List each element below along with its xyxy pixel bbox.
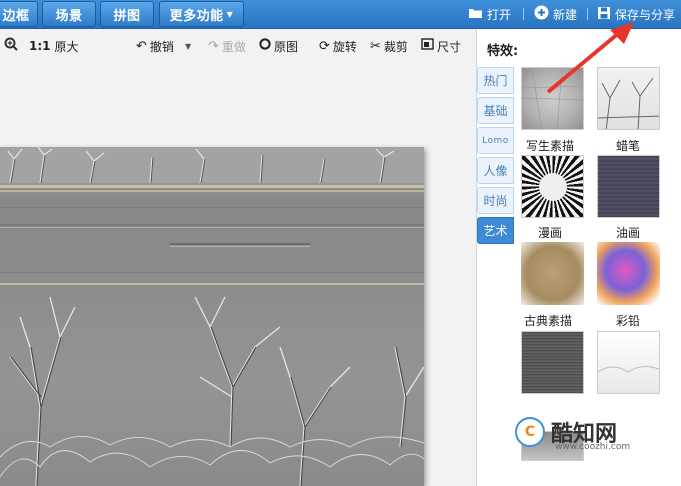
effect-thumb-7[interactable] [521, 331, 584, 394]
crop-button[interactable]: ✂ 裁剪 [370, 37, 408, 55]
tab-more-functions[interactable]: 更多功能 ▼ [159, 1, 244, 27]
category-fashion[interactable]: 时尚 [477, 187, 514, 214]
sketch-photo-art [0, 147, 424, 486]
effect-label-color-pencil: 彩铅 [616, 314, 641, 328]
tab-border[interactable]: 边框 [0, 1, 38, 27]
original-image-label: 原图 [274, 39, 299, 54]
undo-button[interactable]: ↶ 撤销 [136, 37, 174, 55]
divider [523, 8, 524, 20]
chevron-down-icon: ▼ [185, 41, 192, 51]
undo-dropdown[interactable]: ▼ [185, 37, 191, 55]
scissors-icon: ✂ [370, 38, 381, 54]
redo-button[interactable]: ↷ 重做 [208, 37, 246, 55]
tab-border-label: 边框 [2, 8, 30, 24]
watermark-url: www.coozhi.com [555, 442, 631, 452]
effect-thumb-comic[interactable] [521, 155, 584, 218]
canvas-area [0, 63, 476, 486]
effect-preview [598, 366, 659, 373]
rotate-label: 旋转 [332, 39, 357, 54]
tab-scene[interactable]: 场景 [42, 1, 96, 27]
redo-icon: ↷ [208, 38, 219, 54]
zoom-ratio: 1:1 [29, 39, 51, 53]
effect-thumb-classic-sketch[interactable] [521, 242, 584, 305]
size-label: 尺寸 [437, 39, 462, 54]
effect-label-comic: 漫画 [538, 226, 563, 240]
category-label: 时尚 [483, 194, 508, 208]
edit-toolbar: 1:1 原大 ↶ 撤销 ▼ ↷ 重做 原图 ⟳ 旋转 ✂ 裁剪 尺寸 [0, 29, 476, 63]
category-label: Lomo [482, 135, 509, 146]
category-basic[interactable]: 基础 [477, 97, 514, 124]
effect-label-sketch: 写生素描 [526, 139, 575, 153]
undo-icon: ↶ [136, 38, 147, 54]
edited-photo[interactable] [0, 147, 424, 486]
red-arrow-annotation [546, 22, 634, 94]
category-portrait[interactable]: 人像 [477, 157, 514, 184]
category-label: 热门 [483, 74, 508, 88]
open-label: 打开 [487, 7, 512, 22]
effect-thumb-color-pencil[interactable] [597, 242, 660, 305]
rotate-icon: ⟳ [319, 38, 330, 54]
tab-more-functions-label: 更多功能 [169, 8, 224, 24]
crop-label: 裁剪 [383, 39, 408, 54]
folder-icon [468, 7, 483, 22]
chevron-down-icon: ▼ [226, 9, 234, 19]
effect-label-oil: 油画 [616, 226, 641, 240]
logo-text: C [524, 424, 536, 440]
original-image-button[interactable]: 原图 [259, 37, 298, 55]
tab-scene-label: 场景 [55, 8, 83, 24]
watermark: C 酷知网 www.coozhi.com [515, 412, 665, 452]
comic-preview [539, 173, 567, 201]
effect-label-crayon: 蜡笔 [616, 139, 641, 153]
panel-title: 特效: [487, 44, 519, 59]
category-hot[interactable]: 热门 [477, 67, 514, 94]
resize-icon [421, 38, 434, 54]
zoom-original-button[interactable]: 1:1 原大 [4, 37, 79, 55]
category-art[interactable]: 艺术 [477, 217, 514, 244]
category-label: 基础 [483, 104, 508, 118]
undo-label: 撤销 [149, 39, 174, 54]
redo-label: 重做 [221, 39, 246, 54]
photo-editor-app: 边框 场景 拼图 更多功能 ▼ 打开 新建 保存与分享 1:1 原大 ↶ 撤销 … [0, 0, 681, 486]
size-button[interactable]: 尺寸 [421, 37, 461, 55]
open-button[interactable]: 打开 [468, 3, 511, 25]
category-label: 艺术 [483, 224, 508, 238]
effect-thumb-oil[interactable] [597, 155, 660, 218]
category-label: 人像 [483, 164, 508, 178]
circle-icon [259, 38, 271, 54]
effect-thumb-8[interactable] [597, 331, 660, 394]
zoom-icon [4, 37, 18, 55]
tab-collage[interactable]: 拼图 [100, 1, 154, 27]
effect-label-classic-sketch: 古典素描 [524, 314, 573, 328]
rotate-button[interactable]: ⟳ 旋转 [319, 37, 357, 55]
tab-collage-label: 拼图 [113, 8, 141, 24]
coozhi-logo-icon: C [515, 417, 545, 447]
category-lomo[interactable]: Lomo [477, 127, 514, 154]
original-size-label: 原大 [54, 39, 79, 54]
